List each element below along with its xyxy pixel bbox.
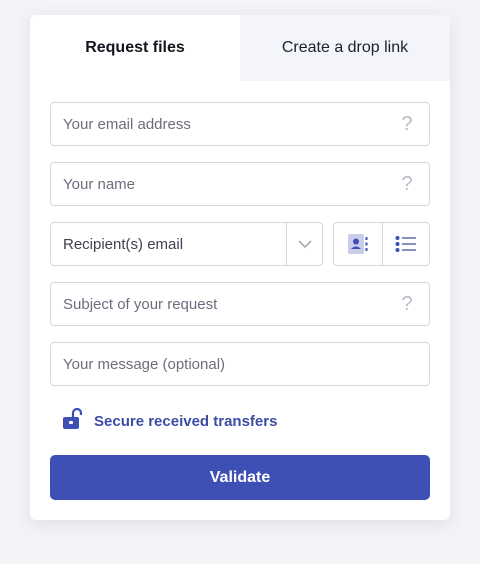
secure-transfers-label: Secure received transfers bbox=[94, 412, 278, 430]
validate-button[interactable]: Validate bbox=[50, 455, 430, 500]
help-icon[interactable]: ? bbox=[397, 293, 417, 316]
list-icon[interactable] bbox=[381, 223, 430, 265]
recipients-placeholder: Recipient(s) email bbox=[63, 235, 184, 253]
recipient-tools bbox=[333, 222, 430, 266]
chevron-down-icon[interactable] bbox=[286, 223, 322, 265]
tab-bar: Request files Create a drop link bbox=[30, 15, 450, 81]
request-files-card: Request files Create a drop link Your em… bbox=[30, 15, 450, 520]
help-icon[interactable]: ? bbox=[397, 173, 417, 196]
contact-book-icon[interactable] bbox=[334, 223, 382, 265]
email-field[interactable]: Your email address ? bbox=[50, 102, 430, 146]
secure-transfers-toggle[interactable]: Secure received transfers bbox=[62, 407, 278, 434]
subject-field[interactable]: Subject of your request ? bbox=[50, 282, 430, 326]
email-placeholder: Your email address bbox=[63, 115, 191, 133]
message-placeholder: Your message (optional) bbox=[63, 355, 226, 373]
unlocked-padlock-icon bbox=[62, 407, 84, 434]
name-field[interactable]: Your name ? bbox=[50, 162, 430, 206]
subject-placeholder: Subject of your request bbox=[63, 295, 218, 313]
tab-create-drop-link[interactable]: Create a drop link bbox=[240, 15, 450, 81]
recipients-email-field[interactable]: Recipient(s) email bbox=[50, 222, 323, 266]
help-icon[interactable]: ? bbox=[397, 113, 417, 136]
message-field[interactable]: Your message (optional) bbox=[50, 342, 430, 386]
tab-request-files[interactable]: Request files bbox=[30, 15, 240, 81]
name-placeholder: Your name bbox=[63, 175, 135, 193]
